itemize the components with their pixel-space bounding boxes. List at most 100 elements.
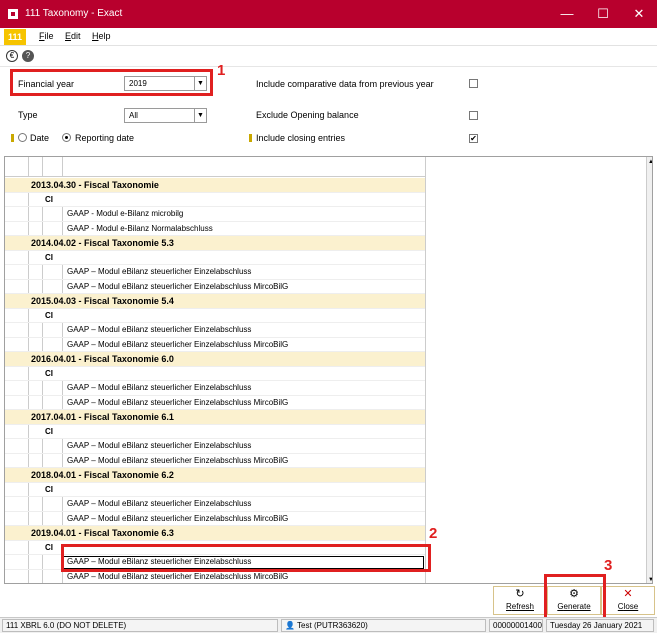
taxonomy-item-row[interactable]: GAAP – Modul eBilanz steuerlicher Einzel…	[5, 279, 425, 294]
taxonomy-item-row[interactable]: GAAP – Modul eBilanz steuerlicher Einzel…	[5, 265, 425, 280]
type-label: Type	[18, 110, 38, 120]
maximize-button[interactable]: ☐	[585, 0, 621, 28]
status-company: 111 XBRL 6.0 (DO NOT DELETE)	[2, 619, 278, 632]
filter-panel: Financial year 2019 ▼ Include comparativ…	[0, 62, 657, 156]
row-label: GAAP – Modul eBilanz steuerlicher Einzel…	[67, 513, 289, 523]
scroll-down-icon[interactable]: ▼	[647, 575, 652, 583]
row-label: CI	[45, 310, 53, 320]
row-label: 2014.04.02 - Fiscal Taxonomie 5.3	[31, 238, 174, 248]
tree-indent	[5, 337, 29, 352]
annotation-number-2: 2	[429, 525, 438, 542]
tree-indent	[5, 250, 29, 265]
tree-indent	[5, 308, 29, 323]
tree-indent	[5, 265, 29, 279]
tree-indent	[29, 265, 43, 279]
row-label: GAAP – Modul eBilanz steuerlicher Einzel…	[67, 281, 289, 291]
taxonomy-grid[interactable]: 2013.04.30 - Fiscal Taxonomie CI GAAP - Mo…	[4, 156, 653, 584]
include-closing-checkbox[interactable]: ✔	[469, 134, 478, 143]
row-label: GAAP - Modul e-Bilanz microbilg	[67, 209, 184, 218]
close-button[interactable]: ✕ Close	[601, 586, 655, 615]
taxonomy-group-row[interactable]: 2016.04.01 - Fiscal Taxonomie 6.0	[5, 352, 425, 367]
tree-indent	[43, 207, 63, 221]
exclude-opening-label: Exclude Opening balance	[256, 110, 359, 120]
taxonomy-group-row[interactable]: 2013.04.30 - Fiscal Taxonomie	[5, 178, 425, 193]
tree-indent	[29, 511, 43, 526]
taxonomy-item-row[interactable]: GAAP – Modul eBilanz steuerlicher Einzel…	[5, 453, 425, 468]
taxonomy-group-row[interactable]: 2015.04.03 - Fiscal Taxonomie 5.4	[5, 294, 425, 309]
icon-row: € ?	[0, 48, 657, 66]
type-select[interactable]: All ▼	[124, 108, 207, 123]
annotation-number-1: 1	[217, 62, 226, 79]
minimize-button[interactable]: —	[549, 0, 585, 28]
vertical-scrollbar[interactable]: ▲ ▼	[646, 157, 652, 583]
taxonomy-ci-row[interactable]: CI	[5, 424, 425, 439]
grid-divider	[425, 157, 426, 583]
menu-file[interactable]: File	[39, 31, 54, 41]
taxonomy-ci-row[interactable]: CI	[5, 482, 425, 497]
tree-indent	[29, 569, 43, 583]
date-label: Date	[30, 133, 50, 143]
row-label: GAAP – Modul eBilanz steuerlicher Einzel…	[67, 499, 252, 508]
taxonomy-ci-row[interactable]: CI	[5, 250, 425, 265]
tree-indent	[29, 221, 43, 236]
tree-indent	[29, 497, 43, 511]
row-label: 2018.04.01 - Fiscal Taxonomie 6.2	[31, 470, 174, 480]
tree-indent	[43, 497, 63, 511]
row-label: GAAP – Modul eBilanz steuerlicher Einzel…	[67, 441, 252, 450]
include-comparative-checkbox[interactable]	[469, 79, 478, 88]
tree-indent	[5, 569, 29, 583]
taxonomy-item-row[interactable]: GAAP – Modul eBilanz steuerlicher Einzel…	[5, 395, 425, 410]
close-icon: ✕	[623, 588, 633, 600]
taxonomy-item-row[interactable]: GAAP – Modul eBilanz steuerlicher Einzel…	[5, 381, 425, 396]
tree-indent	[43, 337, 63, 352]
help-icon[interactable]: ?	[22, 50, 34, 62]
tree-indent	[5, 424, 29, 439]
taxonomy-item-row[interactable]: GAAP - Modul e-Bilanz microbilg	[5, 207, 425, 222]
euro-icon[interactable]: €	[6, 50, 18, 62]
taxonomy-group-row[interactable]: 2014.04.02 - Fiscal Taxonomie 5.3	[5, 236, 425, 251]
taxonomy-item-row[interactable]: GAAP – Modul eBilanz steuerlicher Einzel…	[5, 337, 425, 352]
row-label: 2017.04.01 - Fiscal Taxonomie 6.1	[31, 412, 174, 422]
taxonomy-item-row[interactable]: GAAP – Modul eBilanz steuerlicher Einzel…	[5, 323, 425, 338]
tree-indent	[43, 453, 63, 468]
tree-indent	[5, 453, 29, 468]
reporting-date-radio[interactable]	[62, 133, 71, 142]
taxonomy-item-row[interactable]: GAAP – Modul eBilanz steuerlicher Einzel…	[5, 511, 425, 526]
tree-indent	[43, 323, 63, 337]
taxonomy-group-row[interactable]: 2018.04.01 - Fiscal Taxonomie 6.2	[5, 468, 425, 483]
tree-indent	[43, 439, 63, 453]
taxonomy-ci-row[interactable]: CI	[5, 308, 425, 323]
tree-indent	[43, 555, 63, 569]
grid-header	[5, 157, 425, 177]
taxonomy-item-row[interactable]: GAAP – Modul eBilanz steuerlicher Einzel…	[5, 439, 425, 454]
annotation-box-2	[61, 544, 431, 572]
tree-indent	[29, 555, 43, 569]
tree-indent	[5, 540, 29, 555]
taxonomy-ci-row[interactable]: CI	[5, 192, 425, 207]
taxonomy-group-row[interactable]: 2017.04.01 - Fiscal Taxonomie 6.1	[5, 410, 425, 425]
app-icon	[8, 9, 18, 19]
taxonomy-ci-row[interactable]: CI	[5, 366, 425, 381]
tree-indent	[5, 323, 29, 337]
taxonomy-item-row[interactable]: GAAP - Modul e-Bilanz Normalabschluss	[5, 221, 425, 236]
tree-indent	[5, 192, 29, 207]
taxonomy-group-row[interactable]: 2019.04.01 - Fiscal Taxonomie 6.3	[5, 526, 425, 541]
tree-indent	[5, 555, 29, 569]
row-label: GAAP – Modul eBilanz steuerlicher Einzel…	[67, 339, 289, 349]
tree-indent	[43, 221, 63, 236]
date-radio[interactable]	[18, 133, 27, 142]
row-label: GAAP – Modul eBilanz steuerlicher Einzel…	[67, 455, 289, 465]
exclude-opening-checkbox[interactable]	[469, 111, 478, 120]
tree-indent	[43, 265, 63, 279]
row-label: 2013.04.30 - Fiscal Taxonomie	[31, 180, 159, 190]
tree-indent	[5, 366, 29, 381]
row-label: GAAP – Modul eBilanz steuerlicher Einzel…	[67, 325, 252, 334]
taxonomy-item-row[interactable]: GAAP – Modul eBilanz steuerlicher Einzel…	[5, 497, 425, 512]
row-label: CI	[45, 484, 53, 494]
menu-edit[interactable]: Edit	[65, 31, 81, 41]
menu-help[interactable]: Help	[92, 31, 111, 41]
refresh-button[interactable]: ↻ Refresh	[493, 586, 547, 615]
closing-entries-marker	[249, 134, 252, 142]
scroll-up-icon[interactable]: ▲	[647, 157, 652, 167]
close-window-button[interactable]: ✕	[621, 0, 657, 28]
